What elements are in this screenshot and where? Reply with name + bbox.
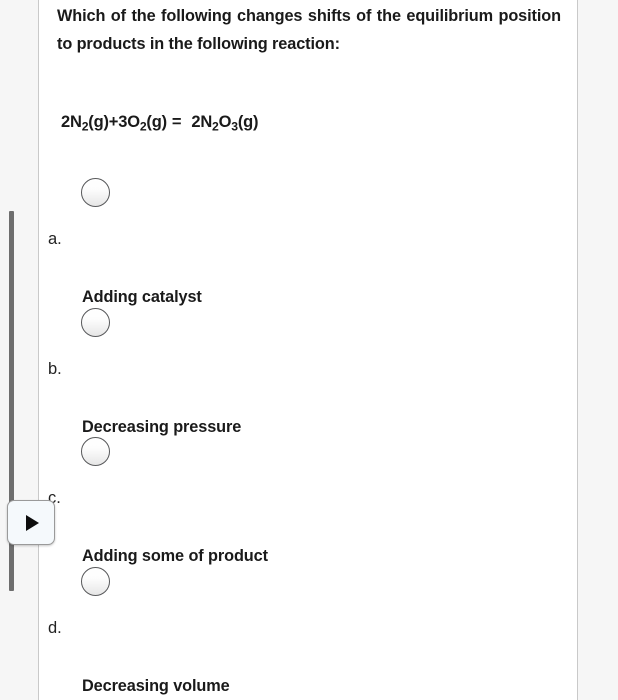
question-text: Which of the following changes shifts of…: [57, 7, 561, 54]
equation-product-element-n: N: [200, 113, 213, 131]
choice-option-d[interactable]: d. Decreasing volume: [39, 567, 579, 697]
equation-product-coeff: 2: [191, 113, 201, 131]
equation-reactant1-coeff: 2: [61, 113, 70, 131]
choice-label-c[interactable]: Adding some of product: [82, 547, 268, 566]
chemical-equation: 2N2(g)+3O2(g) = 2N2O3(g): [61, 113, 259, 134]
screenshot-root: Which of the following changes shifts of…: [0, 0, 618, 700]
radio-button-d[interactable]: [81, 567, 110, 596]
equation-reactant1-element: N: [69, 113, 82, 131]
choice-option-b[interactable]: b. Decreasing pressure: [39, 308, 579, 438]
equation-reactant2-element: O: [127, 113, 140, 131]
choice-label-a[interactable]: Adding catalyst: [82, 288, 202, 307]
radio-button-b[interactable]: [81, 308, 110, 337]
play-triangle-icon: [26, 514, 39, 531]
equation-product-element-o: O: [218, 113, 232, 131]
play-button[interactable]: [7, 500, 55, 545]
radio-button-c[interactable]: [81, 437, 110, 466]
choice-letter-b: b.: [48, 360, 62, 378]
equation-reactant2-state: (g): [146, 113, 167, 131]
choice-option-c[interactable]: c. Adding some of product: [39, 437, 579, 567]
equation-equals: =: [171, 113, 182, 131]
equation-product-state: (g): [237, 113, 259, 131]
equation-plus: +: [108, 113, 119, 131]
equation-reactant1-state: (g): [88, 113, 109, 131]
question-block: Which of the following changes shifts of…: [57, 2, 561, 58]
equation-reactant2-coeff: 3: [118, 113, 128, 131]
choice-label-d[interactable]: Decreasing volume: [82, 677, 230, 696]
choice-option-a[interactable]: a. Adding catalyst: [39, 178, 579, 308]
equation-product-subscript-o: 3: [231, 119, 238, 134]
radio-button-a[interactable]: [81, 178, 110, 207]
choice-label-b[interactable]: Decreasing pressure: [82, 418, 241, 437]
choice-letter-d: d.: [48, 619, 62, 637]
equation-product-subscript-n: 2: [212, 119, 219, 134]
choice-letter-a: a.: [48, 230, 62, 248]
question-sheet: Which of the following changes shifts of…: [38, 0, 578, 700]
